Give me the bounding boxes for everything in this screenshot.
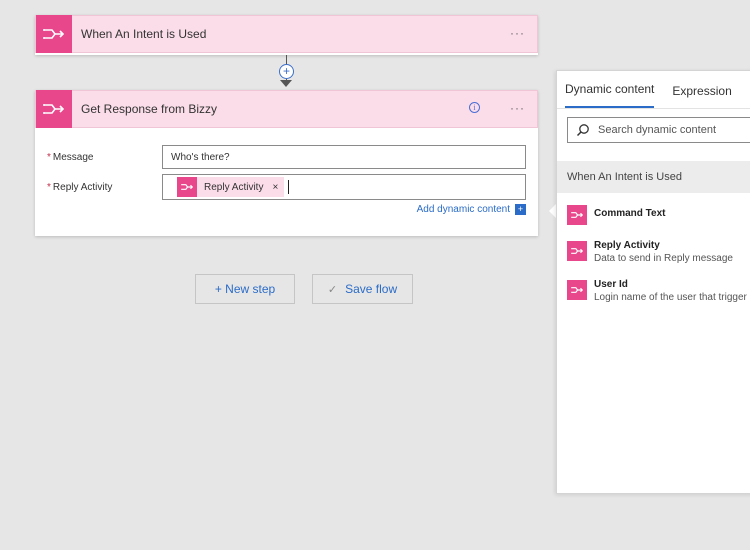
message-label: * Message	[47, 152, 93, 163]
action-card[interactable]: Get Response from Bizzy i ··· * Message W…	[35, 90, 538, 236]
text-cursor	[288, 180, 290, 194]
bot-flow-icon	[36, 90, 72, 128]
list-item[interactable]: Reply Activity Data to send in Reply mes…	[567, 240, 733, 264]
tab-expression[interactable]: Expression	[672, 84, 731, 108]
item-text: Reply Activity Data to send in Reply mes…	[594, 240, 733, 264]
check-icon: ✓	[327, 283, 338, 296]
bot-flow-icon	[567, 205, 587, 225]
trigger-card[interactable]: When An Intent is Used ···	[35, 15, 538, 55]
action-card-header[interactable]: Get Response from Bizzy i ···	[35, 90, 538, 128]
item-desc: Data to send in Reply message	[594, 253, 733, 264]
insert-step-button[interactable]: +	[279, 64, 294, 79]
info-icon[interactable]: i	[469, 102, 480, 113]
save-flow-label: Save flow	[345, 282, 398, 296]
item-title: Command Text	[594, 208, 666, 219]
trigger-title: When An Intent is Used	[81, 27, 207, 41]
message-label-text: Message	[52, 152, 94, 163]
message-value: Who's there?	[171, 151, 230, 163]
add-dynamic-content-label: Add dynamic content	[416, 204, 510, 215]
reply-activity-label-text: Reply Activity	[52, 182, 113, 193]
search-placeholder: Search dynamic content	[598, 124, 717, 136]
item-text: Command Text	[594, 204, 666, 225]
dynamic-token[interactable]: Reply Activity ×	[177, 177, 285, 197]
bot-flow-icon	[567, 280, 587, 300]
bot-flow-icon	[36, 15, 72, 53]
message-input[interactable]: Who's there?	[162, 145, 526, 169]
tab-dynamic-content[interactable]: Dynamic content	[565, 82, 655, 108]
bot-flow-icon	[567, 241, 587, 261]
search-icon	[576, 124, 589, 137]
action-title: Get Response from Bizzy	[81, 102, 218, 116]
item-text: User Id Login name of the user that trig…	[594, 279, 747, 303]
trigger-card-header[interactable]: When An Intent is Used ···	[35, 15, 538, 53]
bot-flow-icon	[177, 177, 197, 197]
item-title: User Id	[594, 279, 628, 290]
search-input[interactable]: Search dynamic content	[567, 117, 750, 143]
list-item[interactable]: Command Text	[567, 204, 666, 225]
item-desc: Login name of the user that trigger	[594, 292, 747, 303]
arrow-down-icon	[280, 80, 292, 87]
new-step-button[interactable]: + New step	[195, 274, 295, 304]
token-label: Reply Activity	[204, 181, 264, 193]
list-item[interactable]: User Id Login name of the user that trig…	[567, 279, 747, 303]
more-options-icon[interactable]: ···	[510, 26, 525, 40]
reply-activity-label: * Reply Activity	[47, 182, 112, 193]
reply-activity-input[interactable]: Reply Activity ×	[162, 174, 526, 200]
add-icon: +	[515, 204, 526, 215]
save-flow-button[interactable]: ✓ Save flow	[312, 274, 413, 304]
item-title: Reply Activity	[594, 240, 660, 251]
panel-tabs: Dynamic content Expression	[557, 71, 750, 109]
add-dynamic-content-link[interactable]: Add dynamic content +	[417, 204, 526, 215]
required-marker: *	[47, 152, 51, 163]
dynamic-content-panel: Dynamic content Expression Search dynami…	[556, 70, 750, 494]
more-options-icon[interactable]: ···	[510, 101, 525, 115]
required-marker: *	[47, 182, 51, 193]
section-header[interactable]: When An Intent is Used	[557, 161, 750, 193]
remove-token-icon[interactable]: ×	[272, 182, 278, 193]
